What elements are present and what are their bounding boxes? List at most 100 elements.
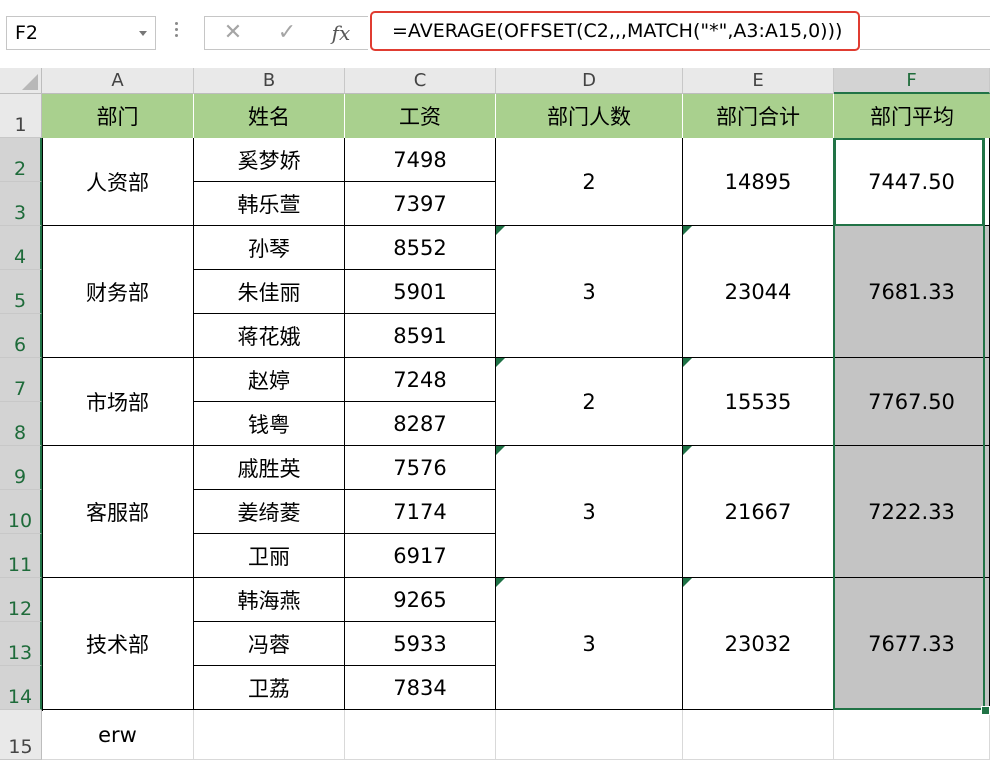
salary-cell[interactable]: 7397 <box>345 182 496 226</box>
enter-icon[interactable]: ✓ <box>267 17 307 49</box>
salary-cell[interactable]: 7834 <box>345 666 496 710</box>
department-cell[interactable]: 客服部 <box>42 446 194 578</box>
insert-function-icon[interactable]: fx <box>321 17 361 49</box>
error-indicator-icon <box>683 446 692 455</box>
department-cell[interactable]: 人资部 <box>42 138 194 226</box>
name-box[interactable]: F2 <box>6 16 156 50</box>
empty-cell[interactable] <box>834 710 990 760</box>
department-average-cell[interactable]: 7681.33 <box>834 226 990 358</box>
salary-cell[interactable]: 9265 <box>345 578 496 622</box>
row-header-10[interactable]: 10 <box>0 490 42 534</box>
salary-cell[interactable]: 7576 <box>345 446 496 490</box>
header-cell[interactable]: 部门平均 <box>834 94 990 138</box>
column-header-f[interactable]: F <box>834 68 990 94</box>
department-count-cell[interactable]: 2 <box>496 138 683 226</box>
row-header-4[interactable]: 4 <box>0 226 42 270</box>
select-all-button[interactable] <box>0 68 42 94</box>
header-cell[interactable]: 姓名 <box>194 94 345 138</box>
employee-name-cell[interactable]: 孙琴 <box>194 226 345 270</box>
department-count-cell[interactable]: 3 <box>496 578 683 710</box>
department-cell[interactable]: 市场部 <box>42 358 194 446</box>
department-average-cell[interactable]: 7767.50 <box>834 358 990 446</box>
error-indicator-icon <box>496 358 505 367</box>
cell-text: 冯蓉 <box>248 632 290 657</box>
employee-name-cell[interactable]: 姜绮菱 <box>194 490 345 534</box>
salary-cell[interactable]: 8591 <box>345 314 496 358</box>
cell-text: 部门 <box>96 105 139 129</box>
row-header-12[interactable]: 12 <box>0 578 42 622</box>
row-header-8[interactable]: 8 <box>0 402 42 446</box>
employee-name-cell[interactable]: 卫丽 <box>194 534 345 578</box>
salary-cell[interactable]: 8287 <box>345 402 496 446</box>
empty-cell[interactable] <box>345 710 496 760</box>
row-header-6[interactable]: 6 <box>0 314 42 358</box>
department-total-cell[interactable]: 14895 <box>683 138 834 226</box>
column-header-d[interactable]: D <box>496 68 683 94</box>
cell-text: 3 <box>13 202 27 224</box>
column-header-a[interactable]: A <box>42 68 194 94</box>
cell-text: 11 <box>7 554 33 576</box>
department-average-cell[interactable]: 7447.50 <box>834 138 990 226</box>
cell-text: B <box>262 70 276 91</box>
salary-cell[interactable]: 6917 <box>345 534 496 578</box>
salary-cell[interactable]: 8552 <box>345 226 496 270</box>
row-header-15[interactable]: 15 <box>0 710 42 760</box>
cell-text: 5933 <box>393 631 447 656</box>
header-cell[interactable]: 工资 <box>345 94 496 138</box>
employee-name-cell[interactable]: 戚胜英 <box>194 446 345 490</box>
employee-name-cell[interactable]: 蒋花娥 <box>194 314 345 358</box>
salary-cell[interactable]: 7248 <box>345 358 496 402</box>
employee-name-cell[interactable]: 韩海燕 <box>194 578 345 622</box>
department-cell[interactable]: 技术部 <box>42 578 194 710</box>
row-header-2[interactable]: 2 <box>0 138 42 182</box>
cancel-icon[interactable]: ✕ <box>213 17 253 49</box>
column-header-b[interactable]: B <box>194 68 345 94</box>
department-cell[interactable]: 财务部 <box>42 226 194 358</box>
department-average-cell[interactable]: 7677.33 <box>834 578 990 710</box>
row-header-14[interactable]: 14 <box>0 666 42 710</box>
department-total-cell[interactable]: 23044 <box>683 226 834 358</box>
empty-cell[interactable] <box>683 710 834 760</box>
row-header-1[interactable]: 1 <box>0 94 42 138</box>
department-count-cell[interactable]: 2 <box>496 358 683 446</box>
salary-cell[interactable]: 7498 <box>345 138 496 182</box>
employee-name-cell[interactable]: 朱佳丽 <box>194 270 345 314</box>
empty-cell[interactable] <box>496 710 683 760</box>
chevron-down-icon[interactable] <box>139 31 147 36</box>
empty-cell[interactable] <box>194 710 345 760</box>
fill-handle[interactable] <box>981 706 990 715</box>
cell-text: 2 <box>582 169 596 194</box>
row-header-9[interactable]: 9 <box>0 446 42 490</box>
employee-name-cell[interactable]: 奚梦娇 <box>194 138 345 182</box>
department-count-cell[interactable]: 3 <box>496 446 683 578</box>
column-header-c[interactable]: C <box>345 68 496 94</box>
header-cell[interactable]: 部门合计 <box>683 94 834 138</box>
employee-name-cell[interactable]: 卫荔 <box>194 666 345 710</box>
department-count-cell[interactable]: 3 <box>496 226 683 358</box>
department-total-cell[interactable]: 23032 <box>683 578 834 710</box>
employee-name-cell[interactable]: 赵婷 <box>194 358 345 402</box>
more-options-icon[interactable] <box>175 22 179 42</box>
header-cell[interactable]: 部门 <box>42 94 194 138</box>
row-header-5[interactable]: 5 <box>0 270 42 314</box>
employee-name-cell[interactable]: 韩乐萱 <box>194 182 345 226</box>
salary-cell[interactable]: 5933 <box>345 622 496 666</box>
cell-text: 部门人数 <box>547 105 631 129</box>
worksheet[interactable]: ABCDEF 1 2 3 4 5 6 7 8 9 10 11 12 13 14 15 部门 姓名 工资 部门人数部… <box>0 68 990 760</box>
row-header-7[interactable]: 7 <box>0 358 42 402</box>
department-average-cell[interactable]: 7222.33 <box>834 446 990 578</box>
row-header-11[interactable]: 11 <box>0 534 42 578</box>
department-total-cell[interactable]: 15535 <box>683 358 834 446</box>
header-cell[interactable]: 部门人数 <box>496 94 683 138</box>
cell-text: 6 <box>13 334 27 356</box>
formula-input[interactable]: =AVERAGE(OFFSET(C2,,,MATCH("*",A3:A15,0)… <box>370 11 860 51</box>
row-header-13[interactable]: 13 <box>0 622 42 666</box>
cell-a15[interactable]: erw <box>42 710 194 760</box>
salary-cell[interactable]: 7174 <box>345 490 496 534</box>
department-total-cell[interactable]: 21667 <box>683 446 834 578</box>
column-header-e[interactable]: E <box>683 68 834 94</box>
row-header-3[interactable]: 3 <box>0 182 42 226</box>
employee-name-cell[interactable]: 钱粤 <box>194 402 345 446</box>
salary-cell[interactable]: 5901 <box>345 270 496 314</box>
employee-name-cell[interactable]: 冯蓉 <box>194 622 345 666</box>
